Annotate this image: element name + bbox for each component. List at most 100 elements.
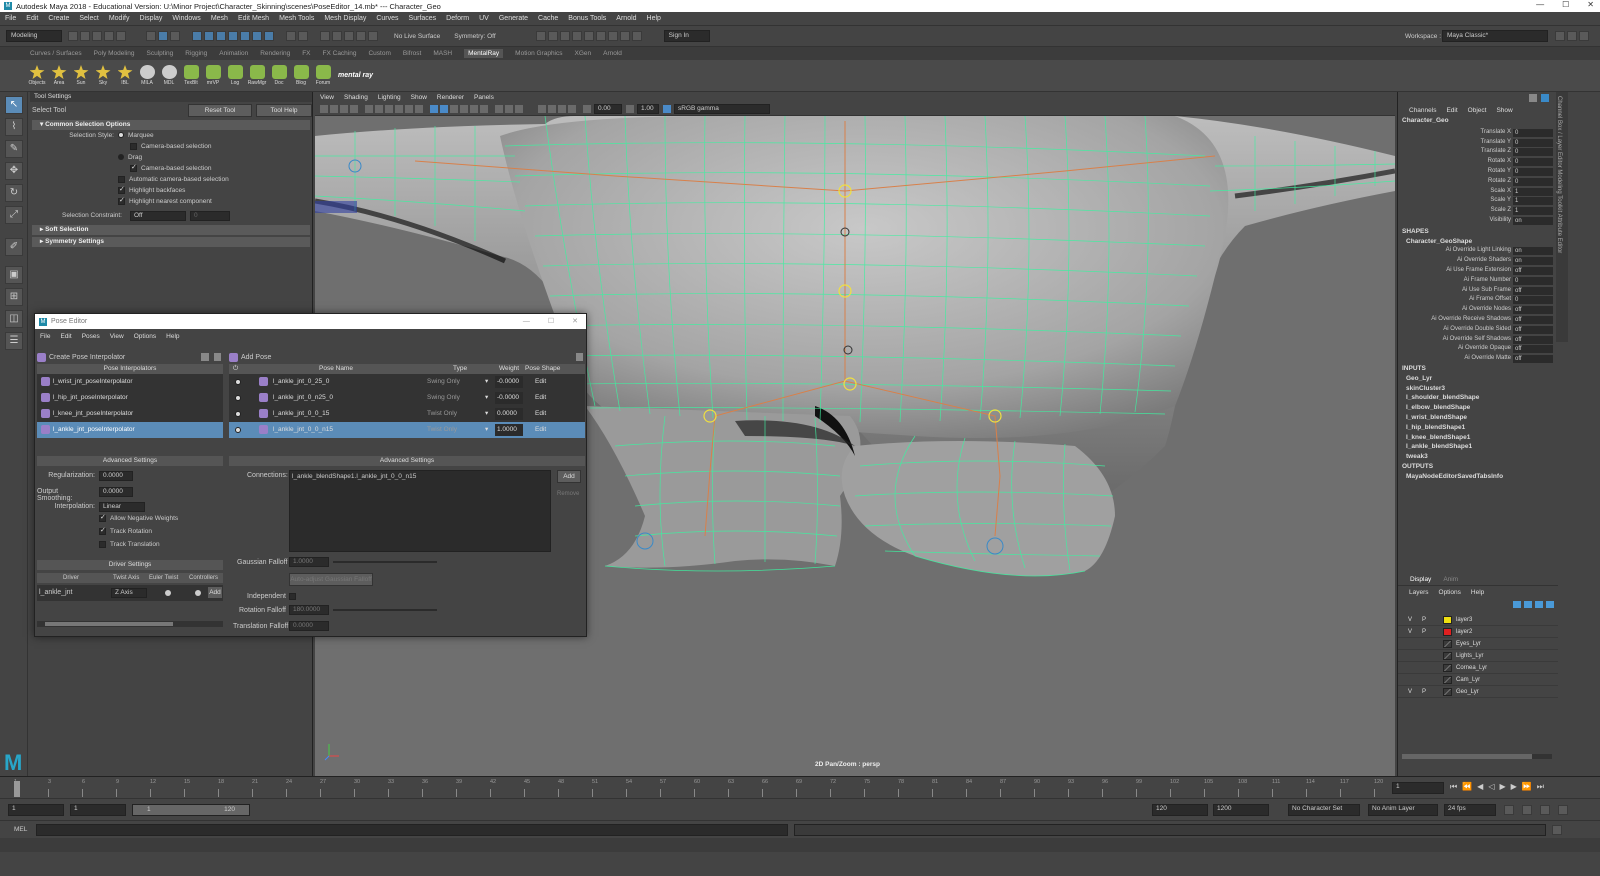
ao-icon[interactable]: [495, 105, 503, 113]
shelf-button-log[interactable]: Log: [225, 65, 245, 86]
snap-curve-icon[interactable]: [332, 31, 342, 41]
menu-modify[interactable]: Modify: [109, 15, 130, 22]
lights-icon[interactable]: [470, 105, 478, 113]
channel-value[interactable]: off: [1513, 315, 1553, 324]
menu-windows[interactable]: Windows: [172, 15, 200, 22]
gaussian-falloff-field[interactable]: 1.0000: [289, 557, 329, 567]
current-frame-field[interactable]: 1: [1392, 782, 1444, 794]
menu-generate[interactable]: Generate: [499, 15, 528, 22]
independent-checkbox[interactable]: [289, 593, 296, 600]
menu-edit-mesh[interactable]: Edit Mesh: [238, 15, 269, 22]
channel-value[interactable]: off: [1513, 335, 1553, 344]
lasso-tool-icon[interactable]: ⌇: [5, 118, 23, 136]
snap-view-icon[interactable]: [356, 31, 366, 41]
channel-value[interactable]: 0: [1513, 276, 1553, 285]
safe-title-icon[interactable]: [415, 105, 423, 113]
gamma-field[interactable]: 1.00: [637, 104, 659, 114]
camera-based-drag-checkbox[interactable]: [130, 163, 137, 172]
add-pose-icon[interactable]: [229, 352, 238, 362]
pose-menu-options[interactable]: Options: [134, 333, 156, 340]
interpolator-item[interactable]: l_knee_jnt_poseInterpolator: [37, 406, 223, 422]
fps-dropdown[interactable]: 24 fps: [1444, 804, 1496, 816]
new-empty-layer-icon[interactable]: [1535, 600, 1543, 608]
xray-components-icon[interactable]: [568, 105, 576, 113]
shelf-button-texblt[interactable]: TexBlt: [181, 65, 201, 86]
menu-mesh-tools[interactable]: Mesh Tools: [279, 15, 314, 22]
pose-shape-edit-button[interactable]: Edit: [535, 374, 546, 390]
menu-create[interactable]: Create: [48, 15, 69, 22]
wireframe-icon[interactable]: [430, 105, 438, 113]
track-rotation-checkbox[interactable]: [99, 526, 106, 535]
view-transform-dropdown[interactable]: sRGB gamma: [674, 104, 770, 114]
layer-color-swatch[interactable]: [1443, 676, 1452, 684]
viewport-menu-show[interactable]: Show: [411, 94, 427, 101]
pose-type-dropdown-icon[interactable]: ▾: [485, 406, 488, 422]
channel-value[interactable]: 0: [1513, 128, 1553, 137]
channel-row[interactable]: Ai Frame Number 0: [1398, 276, 1567, 286]
sound-icon[interactable]: [1540, 805, 1550, 815]
pose-type-cell[interactable]: Swing Only: [427, 374, 493, 390]
move-tool-icon[interactable]: ✥: [5, 162, 23, 180]
pose-row[interactable]: l_ankle_jnt_0_0_15 Twist Only ▾ 0.0000 Edit: [229, 406, 585, 422]
pose-row[interactable]: l_ankle_jnt_0_25_0 Swing Only ▾ -0.0000 Edit: [229, 374, 585, 390]
shelf-tab-motion-graphics[interactable]: Motion Graphics: [515, 50, 562, 57]
select-deformers-icon[interactable]: [240, 31, 250, 41]
selection-constraint-field[interactable]: 0: [190, 211, 230, 221]
menu-file[interactable]: File: [5, 15, 16, 22]
step-forward-frame-icon[interactable]: ▶: [1511, 782, 1517, 792]
folder-icon[interactable]: [201, 353, 209, 361]
select-curves-icon[interactable]: [216, 31, 226, 41]
layer-row[interactable]: V P Geo_Lyr: [1398, 686, 1558, 698]
highlight-nearest-checkbox[interactable]: [118, 196, 125, 205]
common-selection-section[interactable]: ▾ Common Selection Options: [32, 120, 310, 130]
menu-display[interactable]: Display: [139, 15, 162, 22]
auto-adjust-gaussian-button[interactable]: Auto-adjust Gaussian Falloff: [289, 573, 373, 586]
track-translation-checkbox[interactable]: [99, 541, 106, 548]
delete-interpolator-icon[interactable]: [214, 353, 221, 361]
layer-row[interactable]: V Player3: [1398, 614, 1558, 626]
channel-value[interactable]: 0: [1513, 177, 1553, 186]
pose-type-cell[interactable]: Twist Only: [427, 422, 493, 438]
channel-value[interactable]: on: [1513, 257, 1553, 266]
redo-icon[interactable]: [116, 31, 126, 41]
film-gate-icon[interactable]: [365, 105, 373, 113]
shelf-button-mila[interactable]: MILA: [137, 65, 157, 86]
save-scene-icon[interactable]: [92, 31, 102, 41]
pose-menu-edit[interactable]: Edit: [60, 333, 71, 340]
pose-type-cell[interactable]: Swing Only: [427, 390, 493, 406]
controller-toggle[interactable]: [195, 590, 201, 596]
remove-connection-button[interactable]: Remove: [557, 491, 579, 497]
textured-icon[interactable]: [460, 105, 468, 113]
playback-start-field[interactable]: 1: [70, 804, 126, 816]
settings-icon[interactable]: [1579, 31, 1589, 41]
pose-type-dropdown-icon[interactable]: ▾: [485, 390, 488, 406]
snap-point-icon[interactable]: [344, 31, 354, 41]
layer-color-swatch[interactable]: [1443, 652, 1452, 660]
layer-color-swatch[interactable]: [1443, 616, 1452, 624]
layer-visibility-toggle[interactable]: V: [1408, 686, 1412, 698]
loop-icon[interactable]: [1504, 805, 1514, 815]
channel-box-help-icon[interactable]: [1541, 94, 1549, 102]
input-node[interactable]: l_elbow_blendShape: [1398, 403, 1567, 413]
playback-end-field[interactable]: 120: [1152, 804, 1208, 816]
input-node[interactable]: l_hip_blendShape1: [1398, 423, 1567, 433]
color-management-icon[interactable]: [663, 105, 671, 113]
create-pose-interpolator-button[interactable]: Create Pose Interpolator: [49, 354, 125, 361]
layer-editor-scrollbar[interactable]: [1402, 754, 1552, 759]
menu-mesh[interactable]: Mesh: [211, 15, 228, 22]
symmetry-label[interactable]: Symmetry: Off: [454, 33, 495, 40]
select-surfaces-icon[interactable]: [228, 31, 238, 41]
shelf-button-sky[interactable]: Sky: [93, 65, 113, 86]
pose-menu-poses[interactable]: Poses: [82, 333, 100, 340]
channel-value[interactable]: 0: [1513, 158, 1553, 167]
pose-shape-edit-button[interactable]: Edit: [535, 422, 546, 438]
layer-color-swatch[interactable]: [1443, 688, 1452, 696]
anim-prefs-icon[interactable]: [1558, 805, 1568, 815]
select-rendering-icon[interactable]: [264, 31, 274, 41]
channel-row[interactable]: Ai Use Frame Extension off: [1398, 266, 1567, 276]
menu-uv[interactable]: UV: [479, 15, 489, 22]
channel-row[interactable]: Ai Override Double Sided off: [1398, 325, 1567, 335]
resolution-gate-icon[interactable]: [375, 105, 383, 113]
channel-menu-channels[interactable]: Channels: [1409, 107, 1436, 114]
allow-negative-weights-checkbox[interactable]: [99, 513, 106, 522]
